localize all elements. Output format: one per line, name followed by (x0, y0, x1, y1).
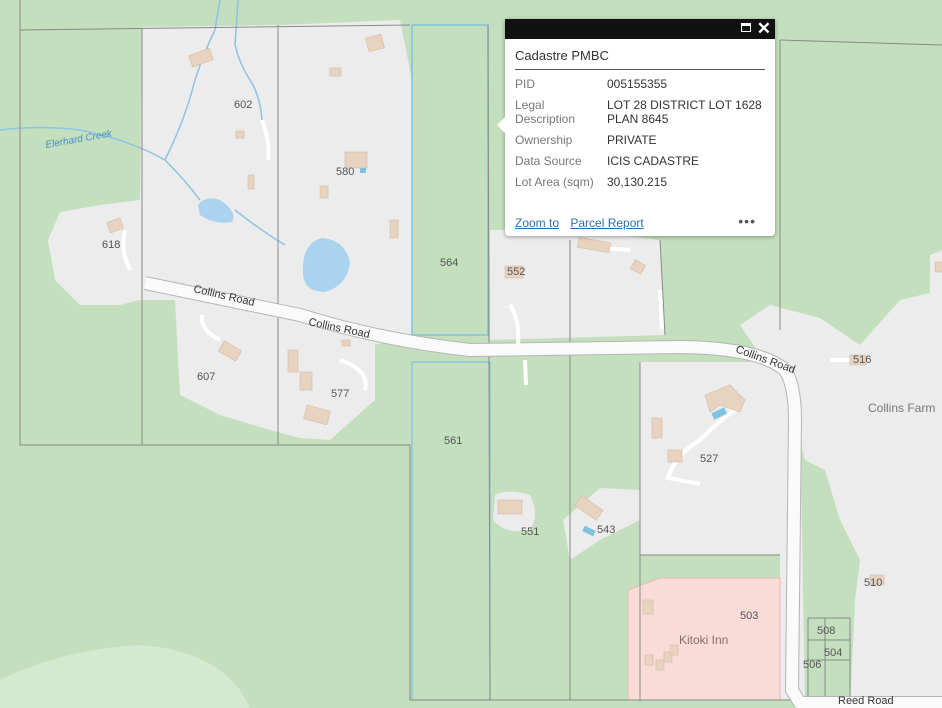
parcel-outline[interactable] (411, 361, 491, 701)
attribute-row: PID 005155355 (515, 77, 762, 98)
attribute-value: ICIS CADASTRE (607, 154, 700, 168)
parcel-label: 552 (507, 266, 525, 278)
attribute-key: Legal Description (515, 98, 576, 126)
selected-parcel[interactable] (411, 24, 489, 336)
developed-area (930, 250, 942, 300)
attribute-value: 005155355 (607, 77, 668, 91)
parcel-label: 527 (700, 453, 718, 465)
map-view[interactable]: 602 580 618 564 552 607 577 561 527 551 … (0, 0, 942, 708)
attribute-row: Data Source ICIS CADASTRE (515, 154, 762, 175)
parcel-label: 580 (336, 166, 354, 178)
attribute-key: Data Source (515, 154, 582, 168)
popup-title: Cadastre PMBC (515, 48, 765, 70)
maximize-icon[interactable] (741, 23, 751, 32)
road-label: Reed Road (838, 695, 894, 707)
creek-label: Elerhard Creek (45, 128, 114, 151)
attribute-key: Lot Area (sqm) (515, 175, 594, 189)
parcel-label: 506 (803, 659, 821, 671)
place-label: Collins Farm (868, 401, 935, 415)
parcel-label: 543 (597, 524, 615, 536)
parcel-label: 602 (234, 99, 252, 111)
attribute-value: PRIVATE (607, 133, 657, 147)
popup-actions: Zoom to Parcel Report (515, 216, 652, 230)
parcel-label: 561 (444, 435, 462, 447)
open-field (0, 645, 250, 708)
parcel-label: 516 (853, 354, 871, 366)
attribute-table: PID 005155355 Legal Description LOT 28 D… (515, 77, 762, 196)
map-canvas[interactable]: 602 580 618 564 552 607 577 561 527 551 … (0, 0, 942, 708)
place-label: Kitoki Inn (679, 633, 728, 647)
parcel-label: 607 (197, 371, 215, 383)
parcel-label: 564 (440, 257, 458, 269)
parcel-label: 577 (331, 388, 349, 400)
attribute-key: Ownership (515, 133, 573, 147)
parcel-label: 504 (824, 647, 842, 659)
parcel-label: 510 (864, 577, 882, 589)
parcel-label: 503 (740, 610, 758, 622)
attribute-key: PID (515, 77, 536, 91)
parcel-report-link[interactable]: Parcel Report (570, 216, 643, 230)
pool (360, 168, 366, 173)
parcel-label: 618 (102, 239, 120, 251)
attribute-value: LOT 28 DISTRICT LOT 1628 PLAN 8645 (607, 98, 762, 126)
parcel-label: 508 (817, 625, 835, 637)
zoom-to-link[interactable]: Zoom to (515, 216, 559, 230)
popup-titlebar: ✕ (505, 19, 775, 39)
ellipsis-icon[interactable]: ••• (738, 214, 756, 228)
parcel-label: 551 (521, 526, 539, 538)
attribute-row: Legal Description LOT 28 DISTRICT LOT 16… (515, 98, 762, 133)
popup-pointer (497, 117, 505, 133)
attribute-value: 30,130.215 (607, 175, 668, 189)
attribute-row: Lot Area (sqm) 30,130.215 (515, 175, 762, 196)
parcel-popup: ✕ Cadastre PMBC PID 005155355 Legal Desc… (497, 19, 775, 236)
developed-area (48, 20, 412, 440)
close-icon[interactable]: ✕ (757, 19, 771, 39)
attribute-row: Ownership PRIVATE (515, 133, 762, 154)
